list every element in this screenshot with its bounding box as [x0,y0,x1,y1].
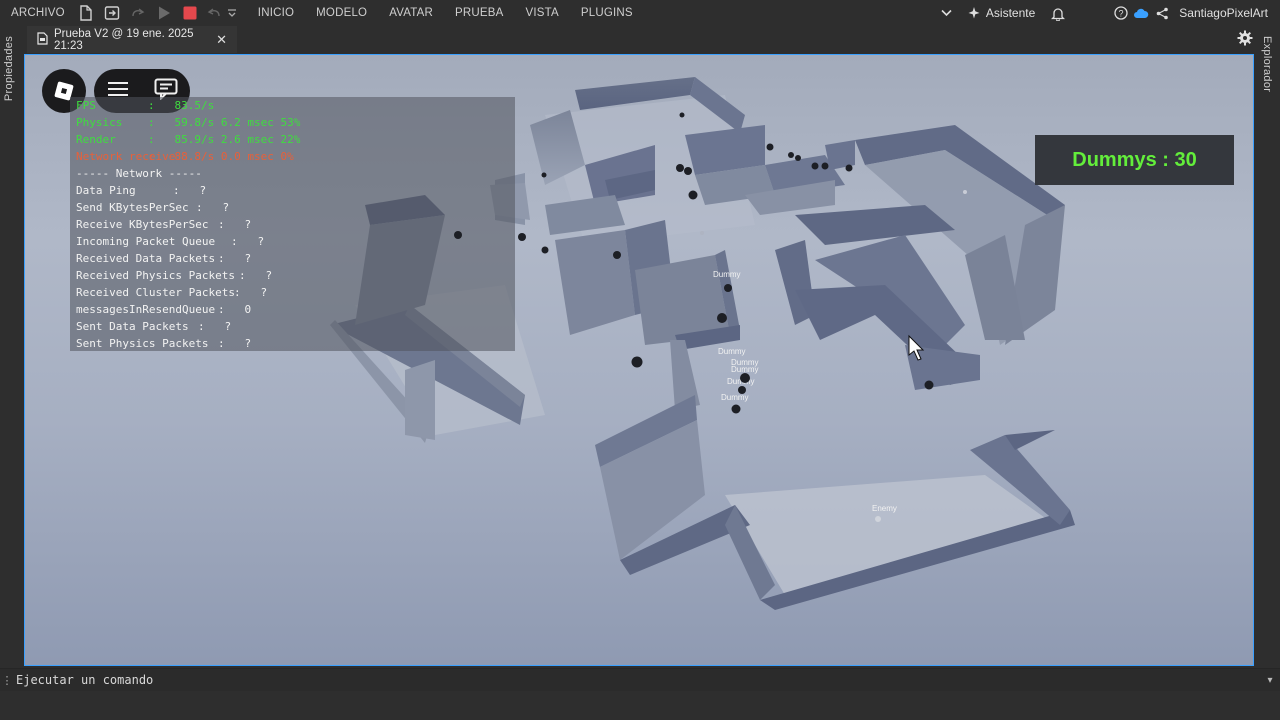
properties-panel-tab[interactable]: Propiedades [3,36,15,101]
game-viewport[interactable]: FPS: 83.5/s Physics: 59.8/s 6.2 msec 53% R… [24,54,1254,666]
drag-handle-icon[interactable]: ⋮ [0,674,14,687]
assistant-button[interactable]: Asistente [957,6,1045,20]
dummy-figure [924,380,934,390]
menu-vista[interactable]: VISTA [515,7,570,19]
properties-rail: Propiedades [0,26,22,666]
dummy-figure [700,231,704,235]
menu-file[interactable]: ARCHIVO [0,7,73,19]
dummy-figure [795,155,801,161]
dummy-figure [811,162,819,170]
dummy-figure [724,284,732,292]
dummy-figure [717,313,727,323]
quick-access-dropdown-icon[interactable] [225,0,239,26]
dummy-figure [766,143,774,151]
dummy-figure [518,233,526,241]
dummy-figure [738,386,746,394]
bell-icon[interactable] [1045,0,1071,26]
new-file-icon[interactable] [73,0,99,26]
dummy-figure [788,152,794,158]
menu-avatar[interactable]: AVATAR [378,7,444,19]
dummy-figure [845,164,853,172]
command-bar: ⋮ ▾ [0,668,1280,691]
menu-bar: ARCHIVO INICIO MODELO AVATAR PRUEBA VIST… [0,0,1280,26]
dummy-figure [541,246,549,254]
publish-icon[interactable] [99,0,125,26]
dummy-figure [613,251,621,259]
dummy-figure [679,112,685,118]
dummy-figure [963,190,967,194]
redo-icon[interactable] [125,0,151,26]
svg-text:?: ? [1119,9,1124,19]
command-input[interactable] [14,670,1260,690]
mouse-cursor [908,334,925,361]
chevron-down-icon[interactable]: ▾ [1260,675,1280,686]
dummy-figure [684,167,692,175]
dummy-figure [541,172,547,178]
cloud-icon[interactable] [1131,0,1151,26]
tab-bar: Prueba V2 @ 19 ene. 2025 21:23 ✕ [0,26,1280,53]
gear-icon[interactable] [1237,30,1253,51]
tab-place-document[interactable]: Prueba V2 @ 19 ene. 2025 21:23 ✕ [27,26,237,53]
explorer-rail: Explorador [1258,26,1280,666]
dummy-figure [676,164,684,172]
close-icon[interactable]: ✕ [216,32,227,48]
tab-title: Prueba V2 @ 19 ene. 2025 21:23 [54,27,194,52]
npc-figures [454,112,967,522]
explorer-panel-tab[interactable]: Explorador [1261,36,1273,92]
undo-icon[interactable] [203,0,225,26]
menu-modelo[interactable]: MODELO [305,7,378,19]
menu-prueba[interactable]: PRUEBA [444,7,515,19]
stop-icon[interactable] [177,0,203,26]
assistant-label: Asistente [985,6,1036,20]
enemy-figure [875,516,881,522]
sparkle-icon [968,7,980,19]
document-icon [37,31,48,48]
dummy-figure [454,231,462,239]
chevron-down-icon[interactable] [937,0,957,26]
status-strip [0,691,1280,720]
menu-plugins[interactable]: PLUGINS [570,7,644,19]
help-icon[interactable]: ? [1111,0,1131,26]
dummy-figure [731,404,741,414]
menu-inicio[interactable]: INICIO [247,7,305,19]
dummy-figure [740,373,750,383]
dummy-figure [688,190,698,200]
user-account-name[interactable]: SantiagoPixelArt [1173,6,1280,20]
share-icon[interactable] [1151,0,1173,26]
play-icon[interactable] [151,0,177,26]
dummy-figure [821,162,829,170]
dummy-figure [631,356,643,368]
